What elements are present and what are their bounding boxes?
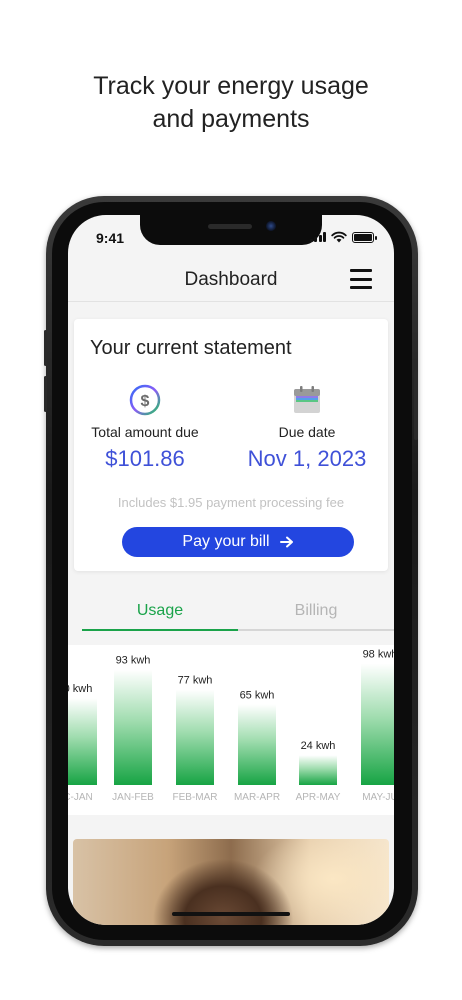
- headline: Track your energy usage and payments: [0, 70, 462, 136]
- bar-value-label: 98 kwh: [363, 648, 394, 660]
- headline-line-1: Track your energy usage: [93, 72, 369, 100]
- battery-icon: [352, 231, 377, 243]
- due-date-label: Due date: [278, 424, 336, 440]
- wifi-icon: [331, 231, 347, 243]
- menu-button[interactable]: [350, 269, 372, 289]
- hamburger-icon-bar-3: [350, 286, 372, 289]
- bar-may-jun[interactable]: [361, 663, 394, 785]
- headline-line-2: and payments: [152, 105, 310, 133]
- tab-bar: Usage Billing: [68, 593, 394, 631]
- speaker-grille: [208, 224, 252, 229]
- hamburger-icon-bar-2: [350, 277, 372, 281]
- hamburger-icon-bar-1: [350, 269, 372, 272]
- statement-card: Your current statement $ Total amount du…: [74, 319, 388, 571]
- arrow-right-icon: [279, 536, 293, 548]
- bar-value-label: 93 kwh: [116, 655, 151, 667]
- phone-volume-down-button: [44, 376, 47, 412]
- calendar-icon: [294, 386, 320, 413]
- amount-due-label: Total amount due: [91, 424, 199, 440]
- bar-value-label: 77 kwh: [178, 675, 213, 687]
- category-label: MAY-JU: [362, 792, 394, 803]
- category-label: APR-MAY: [296, 792, 341, 803]
- amount-due-value: $101.86: [105, 446, 185, 471]
- phone-screen: 9:41 Dashboard Your current statement $ …: [68, 215, 394, 925]
- tab-billing[interactable]: Billing: [238, 593, 394, 631]
- category-label: MAR-APR: [234, 792, 280, 803]
- nav-divider: [68, 301, 394, 302]
- bar-dec-jan[interactable]: [68, 698, 97, 785]
- home-indicator: [172, 912, 290, 916]
- due-date-section: Due date Nov 1, 2023: [232, 383, 382, 472]
- phone-side-button: [414, 370, 418, 440]
- bar-feb-mar[interactable]: [176, 689, 214, 785]
- page-title: Dashboard: [184, 269, 278, 290]
- dollar-icon: $: [129, 384, 161, 416]
- category-label: FEB-MAR: [173, 792, 218, 803]
- pay-bill-label: Pay your bill: [182, 533, 270, 550]
- statement-title: Your current statement: [90, 337, 292, 359]
- fee-note: Includes $1.95 payment processing fee: [117, 495, 345, 510]
- usage-chart-svg: 0 kwh C-JAN 93 kwh JAN-FEB 77 kwh FEB-MAR 65 k…: [68, 648, 394, 803]
- tab-usage[interactable]: Usage: [82, 593, 238, 631]
- phone-volume-up-button: [44, 330, 47, 366]
- category-label: JAN-FEB: [112, 792, 154, 803]
- bar-value-label: 24 kwh: [301, 740, 336, 752]
- notch: [140, 215, 322, 245]
- cellular-signal-icon: [309, 232, 326, 242]
- bar-apr-may[interactable]: [299, 755, 337, 785]
- status-icons: [309, 231, 377, 243]
- bar-mar-apr[interactable]: [238, 704, 276, 785]
- camera-icon: [266, 221, 276, 231]
- bar-jan-feb[interactable]: [114, 669, 152, 785]
- amount-due-section: $ Total amount due $101.86: [70, 383, 220, 472]
- due-date-value: Nov 1, 2023: [247, 446, 367, 471]
- category-label: C-JAN: [68, 792, 93, 803]
- svg-text:$: $: [141, 393, 150, 410]
- bar-value-label: 65 kwh: [240, 689, 275, 701]
- status-time: 9:41: [96, 230, 125, 246]
- pay-bill-button[interactable]: Pay your bill: [122, 527, 354, 557]
- bar-value-label: 0 kwh: [68, 683, 92, 695]
- usage-chart: 0 kwh C-JAN 93 kwh JAN-FEB 77 kwh FEB-MAR 65 k…: [68, 645, 394, 815]
